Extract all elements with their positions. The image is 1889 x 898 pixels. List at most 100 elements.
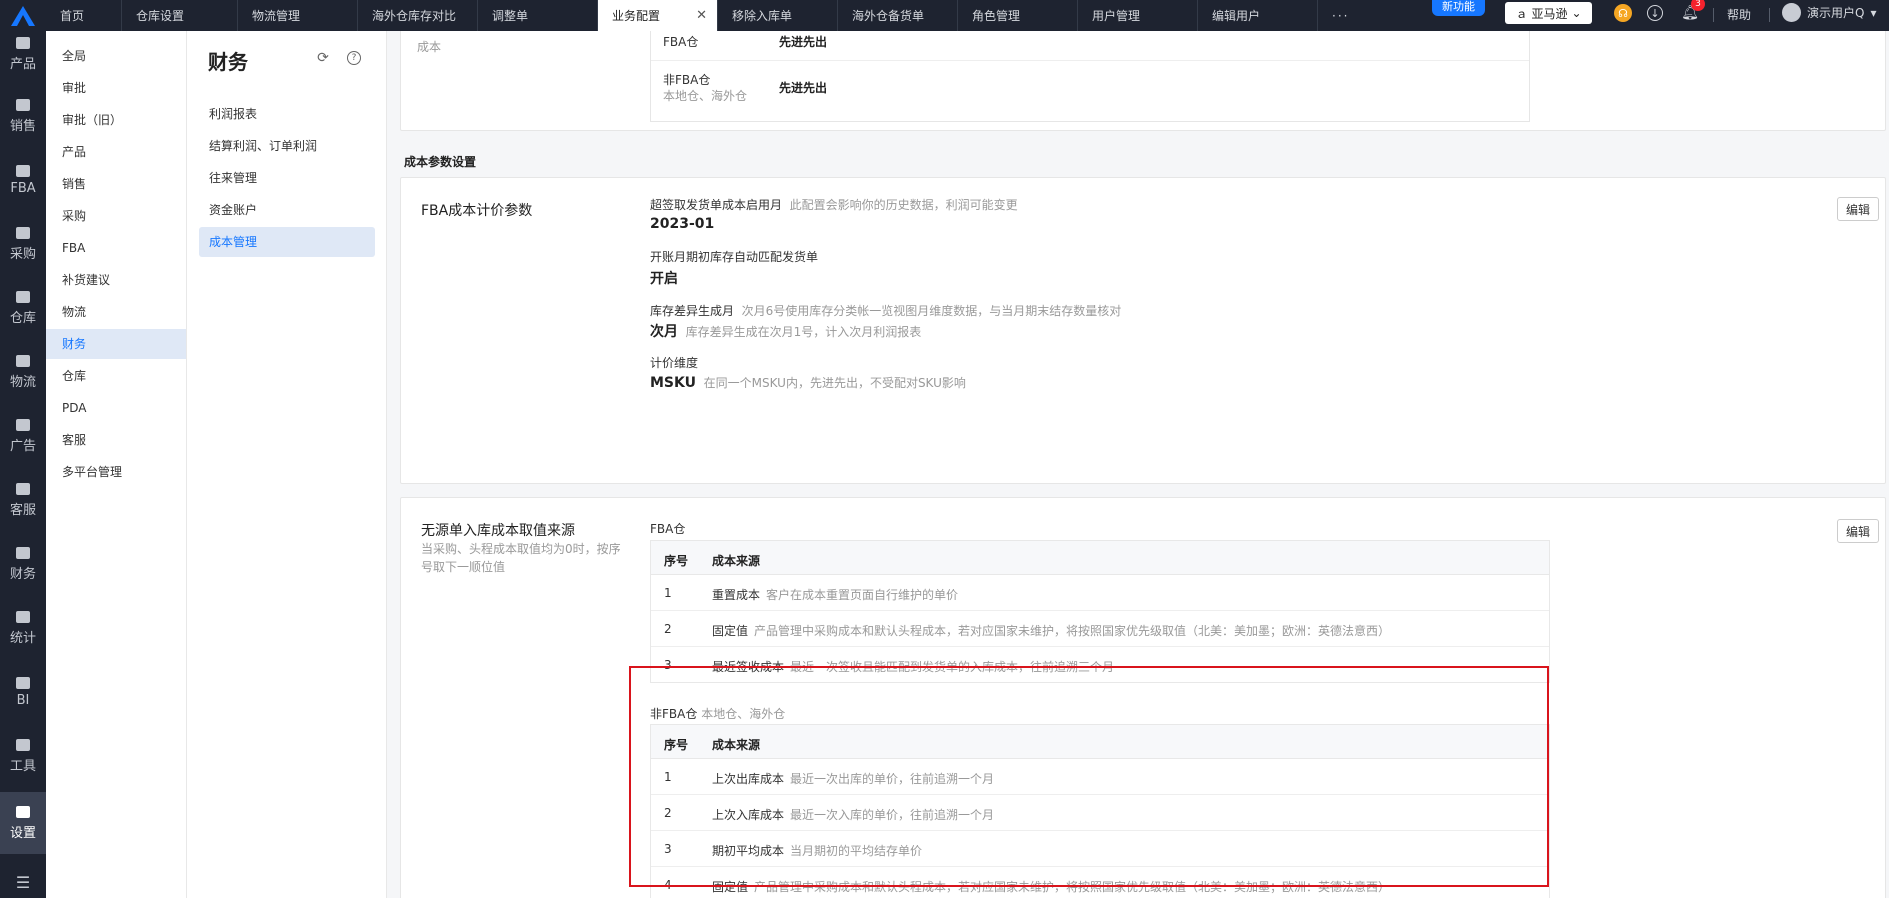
tab-label: 编辑用户 [1212,9,1261,23]
user-name: 演示用户Q [1807,6,1865,20]
source-note: 客户在成本重置页面自行维护的单价 [766,588,959,602]
refresh-icon[interactable]: ⟳ [316,50,330,66]
param-note: 在同一个MSKU内，先进先出，不受配对SKU影响 [703,376,966,390]
help-icon[interactable]: ? [347,51,361,65]
section-title: 成本参数设置 [404,155,477,169]
rail-item-logistics[interactable]: 物流 [0,341,46,403]
nonfba-method-value: 先进先出 [779,81,828,95]
user-menu[interactable]: 演示用户Q ▾ [1782,3,1876,22]
page-title: 财务 [208,50,248,74]
menu-item-approval[interactable]: 审批 [46,73,186,103]
param-note: 此配置会影响你的历史数据，利润可能变更 [789,198,1018,212]
tab-role-management[interactable]: 角色管理 [958,0,1078,31]
menu-item-sales[interactable]: 销售 [46,169,186,199]
download-icon[interactable]: ↓ [1647,5,1663,21]
tab-adjustment[interactable]: 调整单 [478,0,598,31]
source-name: 固定值 [712,624,749,638]
shop-selector[interactable]: ａ 亚马逊 ⌄ [1505,2,1592,24]
menu-item-service[interactable]: 客服 [46,425,186,455]
menu-item-fba[interactable]: FBA [46,233,186,263]
close-icon[interactable]: ✕ [696,8,707,23]
menu-item-replenishment[interactable]: 补货建议 [46,265,186,295]
rail-item-finance[interactable]: 财务 [0,533,46,595]
tab-logistics[interactable]: 物流管理 [238,0,358,31]
source-name: 重置成本 [712,588,761,602]
table-header: 序号 成本来源 [651,541,1549,575]
submenu-item-fund-accounts[interactable]: 资金账户 [199,195,375,225]
rail-item-statistics[interactable]: 统计 [0,597,46,659]
rail-item-settings[interactable]: 设置 [0,792,46,854]
card-description: 当采购、头程成本取值均为0时，按序 [421,542,621,556]
submenu-item-profit-report[interactable]: 利润报表 [199,99,375,129]
menu-item-logistics[interactable]: 物流 [46,297,186,327]
tab-label: 用户管理 [1092,9,1141,23]
menu-item-purchase[interactable]: 采购 [46,201,186,231]
menu-item-approval-old[interactable]: 审批（旧） [46,105,186,135]
tab-overseas-inventory[interactable]: 海外仓库存对比 [358,0,478,31]
submenu-item-accounts[interactable]: 往来管理 [199,163,375,193]
rail-item-ads[interactable]: 广告 [0,405,46,467]
rail-item-service[interactable]: 客服 [0,469,46,531]
tab-user-management[interactable]: 用户管理 [1078,0,1198,31]
rail-label: 工具 [9,758,36,774]
tab-label: 调整单 [492,9,529,23]
rail-label: 设置 [9,825,36,841]
menu-item-global[interactable]: 全局 [46,41,186,71]
rail-item-sales[interactable]: 销售 [0,85,46,147]
sales-icon [16,98,30,111]
edit-button[interactable]: 编辑 [1837,519,1879,543]
param-value: 次月 [650,324,678,340]
rail-item-warehouse[interactable]: 仓库 [0,277,46,339]
menu-item-warehouse[interactable]: 仓库 [46,361,186,391]
fba-cost-params-card: FBA成本计价参数 编辑 超签取发货单成本启用月 此配置会影响你的历史数据，利润… [400,177,1886,484]
menu-icon: ☰ [15,872,31,892]
tab-home[interactable]: 首页 [46,0,122,31]
more-tabs-button[interactable]: ··· [1318,0,1368,31]
fba-cost-source-table: 序号 成本来源 1 重置成本 客户在成本重置页面自行维护的单价 2 固定值 产品管理中采购… [650,540,1550,683]
settings-category-menu: 全局 审批 审批（旧） 产品 销售 采购 FBA 补货建议 物流 财务 仓库 P… [46,31,187,898]
help-link[interactable]: 帮助 [1727,6,1751,23]
card-title: 无源单入库成本取值来源 [421,523,575,539]
param-label: 库存差异生成月 次月6号使用库存分类帐一览视图月维度数据，与当月期末结存数量核对 [650,302,1121,319]
chevron-down-icon: ⌄ [1571,6,1582,20]
fba-warehouse-label: FBA仓 [663,35,699,49]
tab-business-config[interactable]: 业务配置 ✕ [598,0,718,31]
rail-label: 仓库 [9,310,36,326]
source-note: 产品管理中采购成本和默认头程成本，若对应国家未维护，将按照国家优先级取值（北美：… [754,624,1391,638]
submenu-item-settlement-profit[interactable]: 结算利润、订单利润 [199,131,375,161]
rail-label: 广告 [9,438,36,454]
cost-label: 成本 [417,40,442,54]
cost-method-card: 成本 FBA仓 先进先出 非FBA仓 本地仓、海外仓 先进先出 [400,31,1886,131]
menu-item-product[interactable]: 产品 [46,137,186,167]
rail-item-fba[interactable]: FBA [0,149,46,211]
rail-label: 财务 [9,566,36,582]
fba-warehouse-label: FBA仓 [650,522,686,536]
tab-label: 业务配置 [612,9,661,23]
rail-label: 客服 [9,502,36,518]
amazon-icon: ａ [1515,6,1528,21]
new-feature-badge[interactable]: 新功能 [1432,0,1485,16]
cart-icon [16,226,30,239]
collapse-menu-button[interactable]: ☰ [0,867,46,897]
param-value: MSKU [650,375,696,391]
rail-item-tools[interactable]: 工具 [0,725,46,787]
tab-removal-inbound[interactable]: 移除入库单 [718,0,838,31]
rail-item-purchase[interactable]: 采购 [0,213,46,275]
menu-item-multiplatform[interactable]: 多平台管理 [46,457,186,487]
submenu-item-cost-management[interactable]: 成本管理 [199,227,375,257]
rail-item-product[interactable]: 产品 [0,23,46,85]
rail-label: BI [16,692,30,708]
param-value-row: MSKU 在同一个MSKU内，先进先出，不受配对SKU影响 [650,374,966,391]
edit-button[interactable]: 编辑 [1837,197,1879,221]
tab-overseas-stock[interactable]: 海外仓备货单 [838,0,958,31]
highlight-annotation-box [629,666,1549,887]
tab-edit-user[interactable]: 编辑用户 [1198,0,1318,31]
card-title: FBA成本计价参数 [421,203,533,219]
menu-item-finance[interactable]: 财务 [46,329,186,359]
support-icon[interactable]: ☊ [1614,4,1632,22]
tab-warehouse-settings[interactable]: 仓库设置 [122,0,238,31]
rail-item-bi[interactable]: BI [0,661,46,723]
menu-item-pda[interactable]: PDA [46,393,186,423]
param-name: 超签取发货单成本启用月 [650,198,783,212]
param-label: 超签取发货单成本启用月 此配置会影响你的历史数据，利润可能变更 [650,196,1018,213]
